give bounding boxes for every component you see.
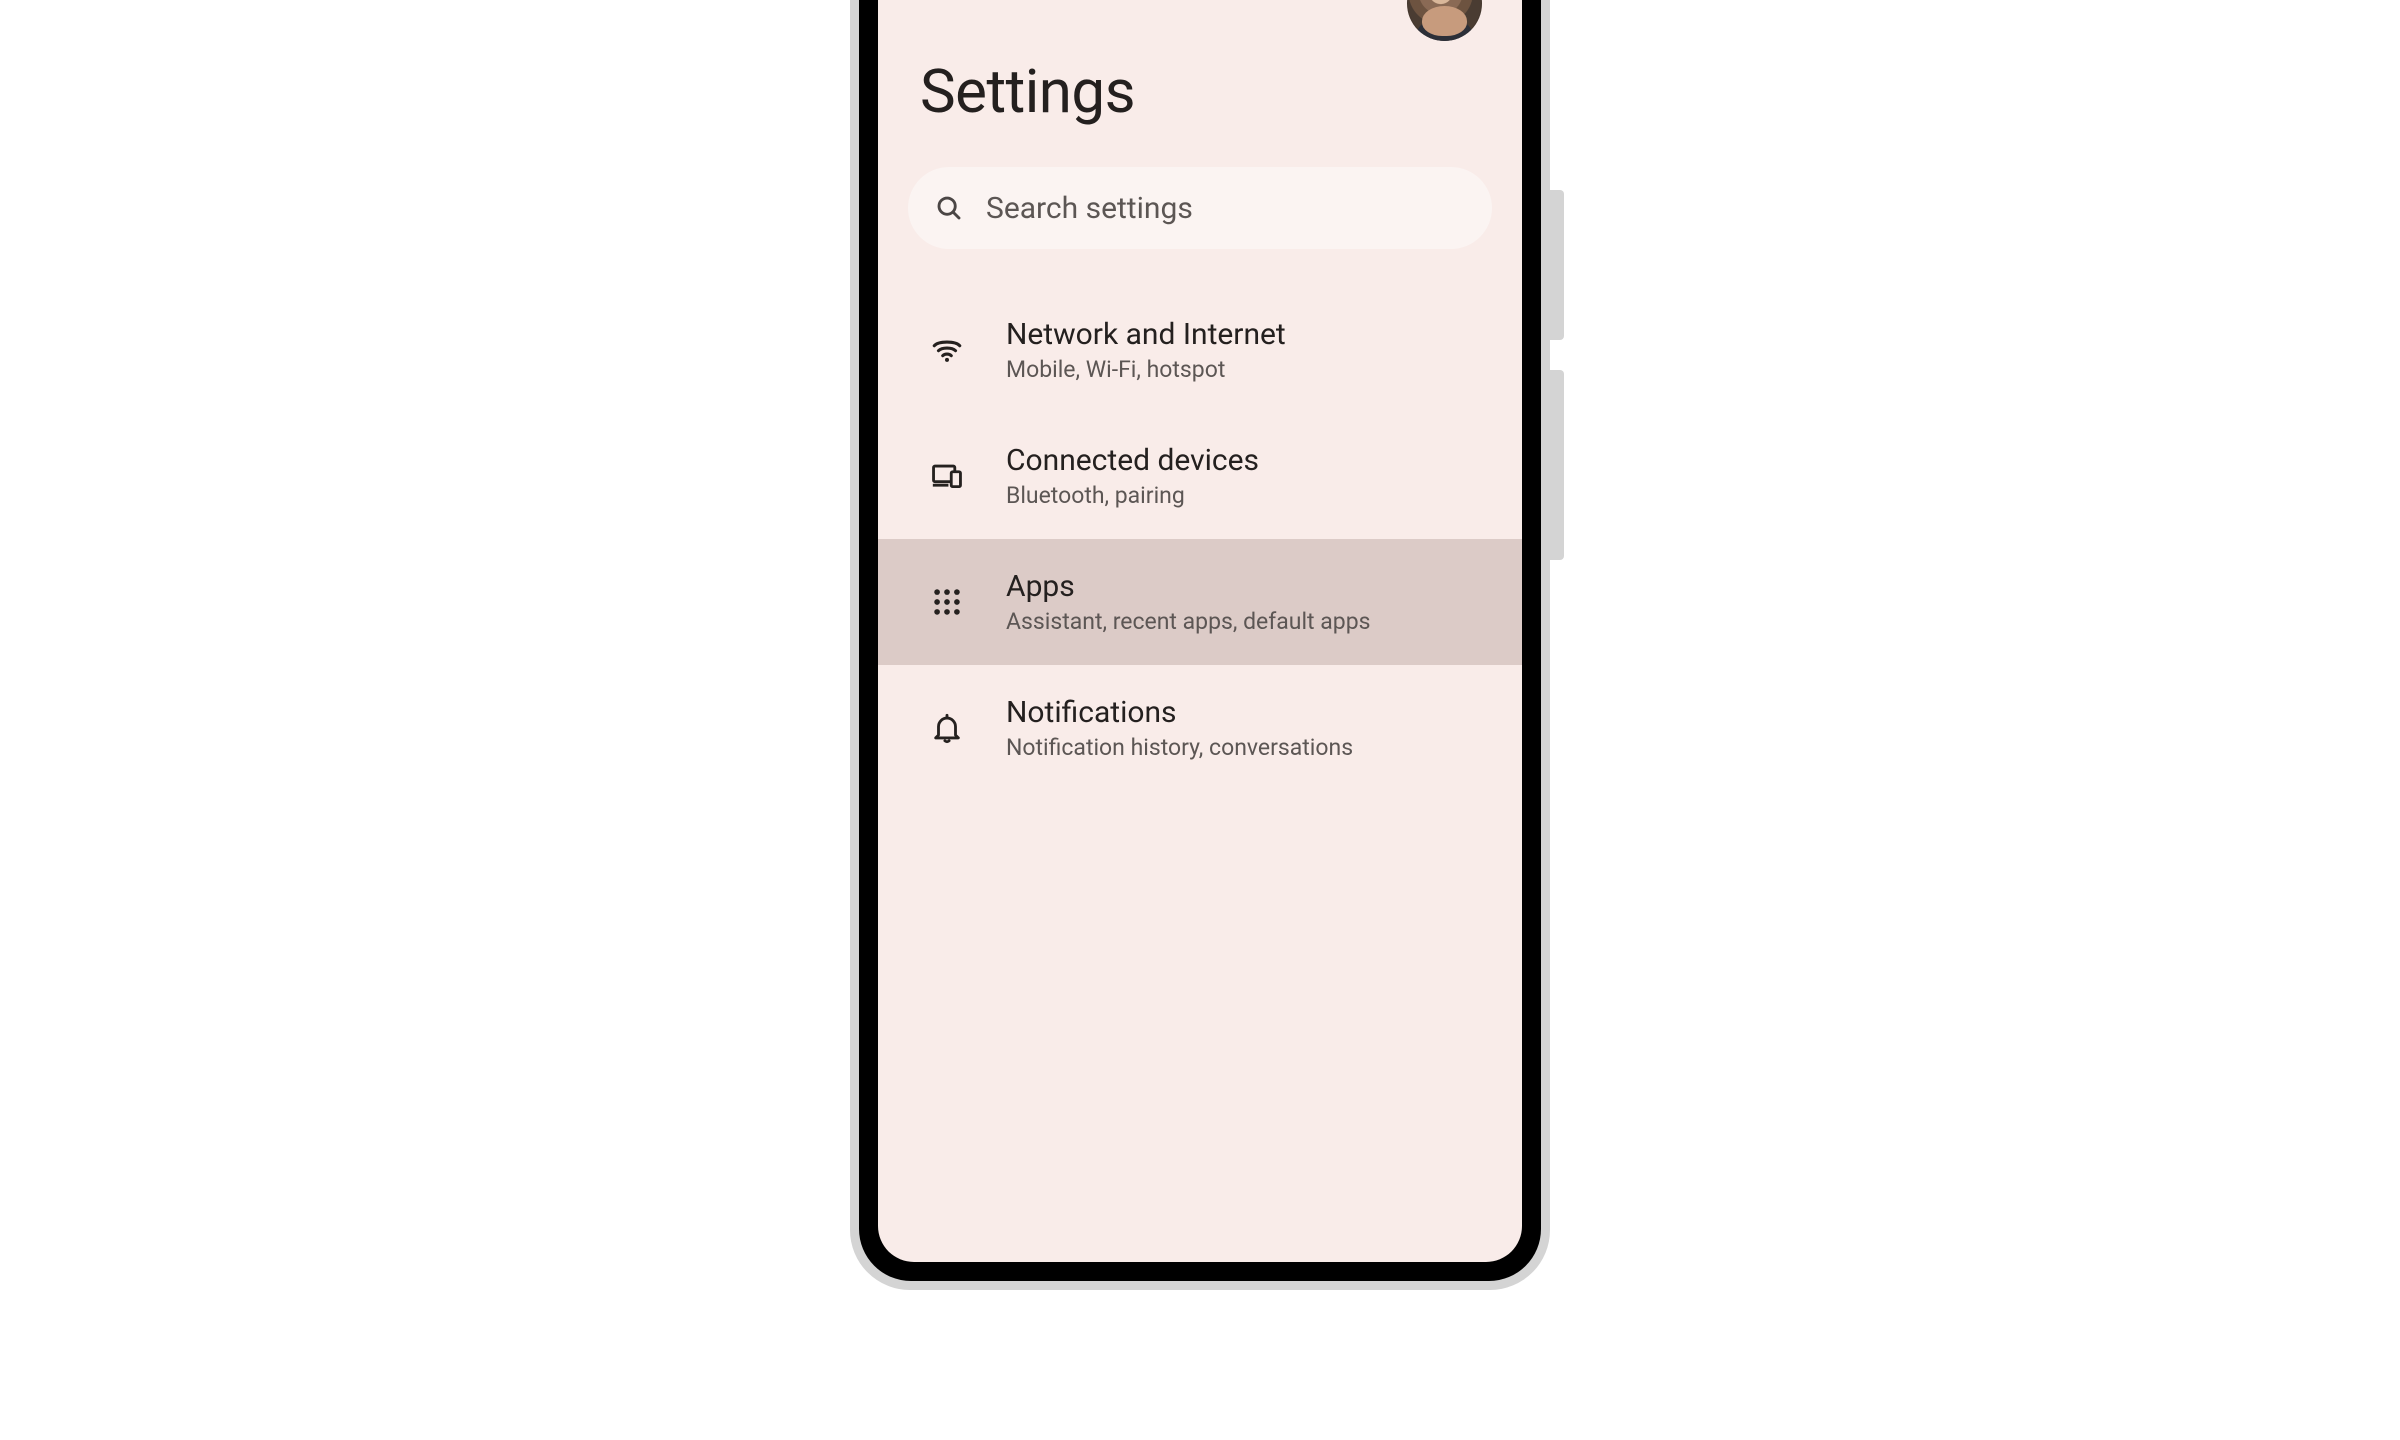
settings-item-title: Connected devices [1006,443,1259,478]
settings-item-subtitle: Assistant, recent apps, default apps [1006,608,1370,635]
settings-item-title: Apps [1006,569,1370,604]
settings-item-subtitle: Mobile, Wi-Fi, hotspot [1006,356,1286,383]
phone-side-button-2 [1550,370,1564,560]
bell-icon [930,711,964,745]
screen: Settings Search settings Ne [878,0,1522,1262]
settings-item-notifications[interactable]: Notifications Notification history, conv… [878,665,1522,791]
apps-grid-icon [930,585,964,619]
settings-item-subtitle: Bluetooth, pairing [1006,482,1259,509]
search-placeholder: Search settings [986,191,1193,226]
settings-item-apps[interactable]: Apps Assistant, recent apps, default app… [878,539,1522,665]
settings-item-texts: Connected devices Bluetooth, pairing [1006,443,1259,509]
settings-item-network[interactable]: Network and Internet Mobile, Wi-Fi, hots… [878,287,1522,413]
settings-item-texts: Apps Assistant, recent apps, default app… [1006,569,1370,635]
phone-side-button-1 [1550,190,1564,340]
search-field[interactable]: Search settings [908,167,1492,249]
phone-frame: Settings Search settings Ne [850,0,1550,1290]
search-icon [934,193,964,223]
settings-item-texts: Network and Internet Mobile, Wi-Fi, hots… [1006,317,1286,383]
settings-item-title: Notifications [1006,695,1353,730]
settings-item-connected-devices[interactable]: Connected devices Bluetooth, pairing [878,413,1522,539]
devices-icon [930,459,964,493]
top-bar [878,0,1522,38]
page-title: Settings [878,38,1522,167]
profile-avatar[interactable] [1407,0,1482,41]
settings-item-subtitle: Notification history, conversations [1006,734,1353,761]
wifi-icon [930,333,964,367]
settings-item-title: Network and Internet [1006,317,1286,352]
settings-item-texts: Notifications Notification history, conv… [1006,695,1353,761]
